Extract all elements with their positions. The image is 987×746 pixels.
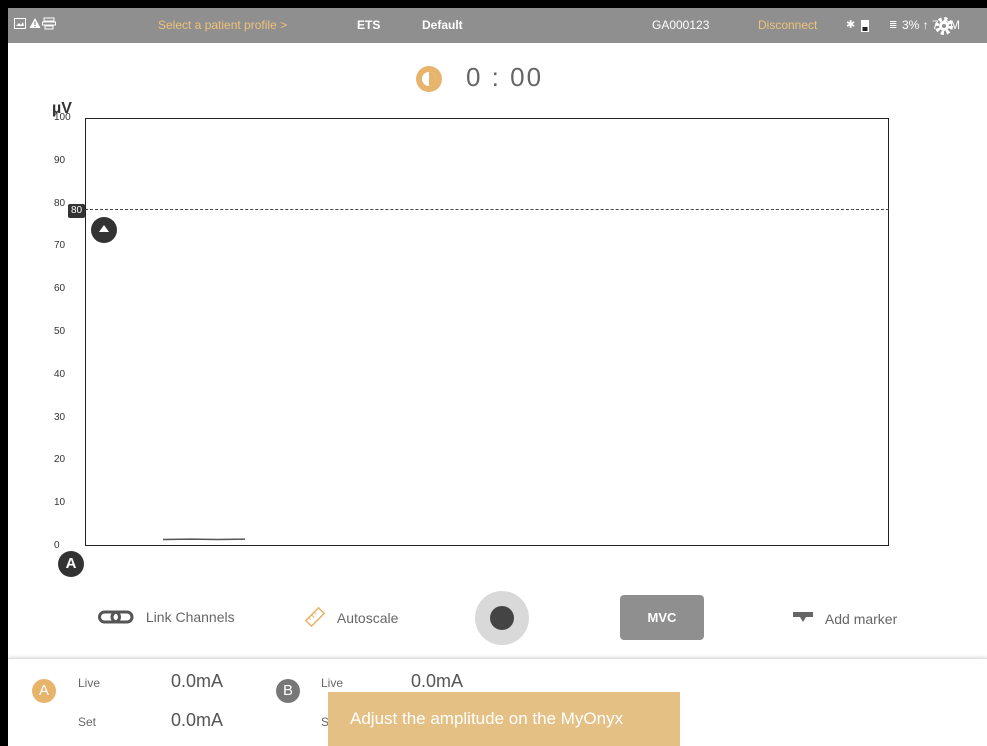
link-channels-button[interactable]: Link Channels (98, 609, 235, 625)
channel-b-circle[interactable]: B (276, 679, 300, 703)
chevron-right-icon: > (280, 18, 288, 32)
gear-icon[interactable] (934, 16, 954, 36)
y-tick-label: 90 (54, 154, 66, 166)
wifi-icon: ≣ (889, 20, 898, 31)
toast-message: Adjust the amplitude on the MyOnyx (328, 692, 680, 746)
timer-value: 0 : 00 (466, 62, 544, 92)
channel-a-set-label: Set (78, 715, 97, 729)
mute-icon (861, 20, 869, 32)
signal-trace (163, 538, 245, 541)
channel-b-live-value: 0.0mA (411, 671, 464, 691)
top-bar: Select a patient profile > ETS Default G… (8, 8, 987, 43)
threshold-line[interactable] (85, 209, 889, 210)
channel-a-circle[interactable]: A (32, 679, 56, 703)
record-button[interactable] (475, 591, 529, 645)
y-tick-label: 80 (54, 197, 66, 209)
autoscale-label: Autoscale (336, 610, 399, 626)
patient-profile-label: Select a patient profile (158, 18, 277, 32)
add-marker-button[interactable]: Add marker (793, 611, 897, 627)
bluetooth-icon: ✱ (846, 19, 856, 31)
y-tick-label: 50 (54, 326, 66, 337)
y-tick-label: 0 (54, 540, 60, 551)
y-tick-label: 70 (54, 240, 66, 252)
y-tick-label: 40 (54, 368, 66, 380)
autoscale-button[interactable]: Autoscale (304, 606, 399, 628)
mode-label[interactable]: ETS (357, 8, 380, 43)
link-channels-label: Link Channels (145, 609, 235, 625)
warning-icon (29, 18, 41, 28)
channel-b-live-label: Live (321, 676, 344, 690)
marker-icon (793, 612, 813, 622)
channel-a-live-value: 0.0mA (171, 671, 224, 691)
app-screen: Select a patient profile > ETS Default G… (8, 8, 987, 746)
device-icon (42, 17, 56, 30)
ruler-icon (304, 606, 326, 628)
channel-a-live-label: Live (78, 676, 101, 690)
device-id: GA000123 (652, 18, 710, 32)
protocol-label[interactable]: Default (422, 8, 463, 43)
timer-icon (416, 66, 442, 92)
disconnect-button[interactable]: Disconnect (758, 8, 817, 43)
y-tick-label: 20 (54, 454, 66, 466)
add-marker-label: Add marker (824, 611, 898, 627)
y-tick-label: 60 (54, 283, 66, 295)
y-tick-label: 30 (54, 411, 66, 423)
threshold-value-badge: 80 (68, 204, 85, 218)
emg-plot (85, 118, 889, 546)
y-tick-label: 10 (54, 497, 66, 509)
channel-a-badge[interactable]: A (58, 551, 84, 577)
patient-profile-link[interactable]: Select a patient profile > (158, 8, 287, 43)
y-tick-label: 100 (54, 112, 71, 123)
gallery-icon (14, 18, 26, 29)
channel-a-set-value[interactable]: 0.0mA (171, 710, 223, 731)
mvc-button[interactable]: MVC (620, 595, 704, 640)
threshold-up-handle[interactable] (91, 217, 117, 243)
link-icon (98, 610, 134, 624)
